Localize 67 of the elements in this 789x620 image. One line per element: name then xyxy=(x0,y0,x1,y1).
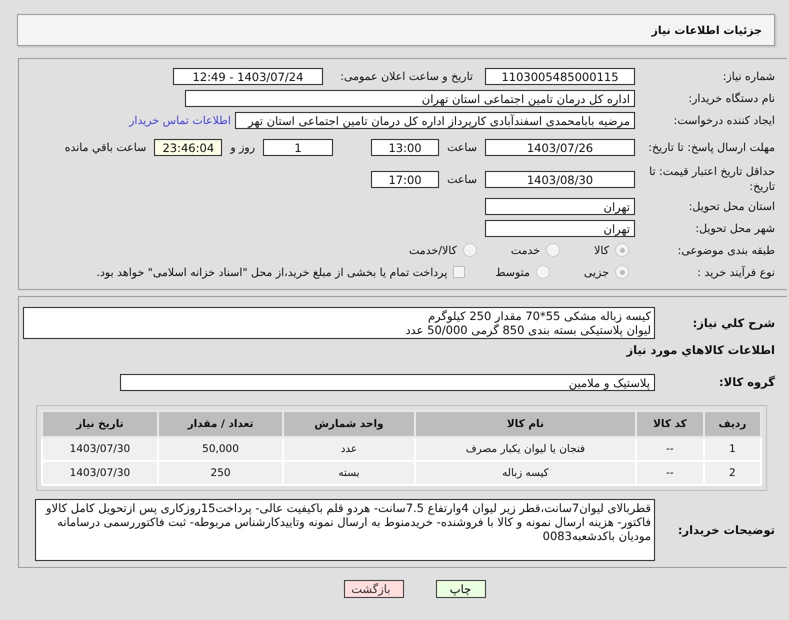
option-label: کالا xyxy=(594,244,609,256)
announce-date-field: 1403/07/24 - 12:49 xyxy=(173,68,323,84)
field-label: گروه کالا: xyxy=(718,375,775,389)
field-label: ایجاد کننده درخواست: xyxy=(672,114,775,126)
table-cell: 2 xyxy=(704,461,761,485)
field-label: ساعت باقي مانده xyxy=(64,140,146,154)
field-label: ساعت xyxy=(447,172,477,186)
checkbox[interactable] xyxy=(453,266,466,278)
table-cell: 250 xyxy=(158,461,284,485)
field-label: استان محل تحویل: xyxy=(688,200,775,212)
radio-button[interactable] xyxy=(615,265,629,279)
table-cell: -- xyxy=(636,437,704,461)
option-label: متوسط xyxy=(495,266,530,278)
validity-time-field: 17:00 xyxy=(371,170,440,188)
province-field: تهران xyxy=(485,198,635,214)
table-cell: فنجان یا لیوان یکبار مصرف xyxy=(414,437,636,461)
field-label: شهر محل تحویل: xyxy=(694,222,775,234)
radio-button[interactable] xyxy=(536,265,550,279)
table-cell: 1403/07/30 xyxy=(42,461,158,485)
buyer-contact-link[interactable]: اطلاعات تماس خریدار xyxy=(129,114,231,126)
column-header: ردیف xyxy=(704,411,761,437)
field-label: ساعت xyxy=(447,140,477,154)
deadline-date-field: 1403/07/26 xyxy=(485,138,635,156)
option-label: کالا/خدمت xyxy=(409,244,457,256)
table-cell: 50,000 xyxy=(158,437,284,461)
remaining-time-field: 23:46:04 xyxy=(154,138,222,156)
column-header: تعداد / مقدار xyxy=(158,411,284,437)
print-button[interactable]: چاپ xyxy=(436,580,486,598)
goods-group-field: پلاستیک و ملامین xyxy=(120,374,655,390)
field-label: طبقه بندی موضوعی: xyxy=(676,244,775,256)
table-cell: 1 xyxy=(704,437,761,461)
option-label: خدمت xyxy=(510,244,540,256)
table-cell: -- xyxy=(636,461,704,485)
option-label: جزیی xyxy=(584,266,609,278)
field-label: حداقل تاریخ اعتبار قیمت: تا تاریخ: xyxy=(648,164,775,194)
field-label: توضیحات خریدار: xyxy=(676,523,775,537)
buyer-notes-textarea[interactable]: قطربالای لیوان7سانت،قطر زیر لیوان 4وارتفاع 7.5سانت- هردو قلم باکیفیت عالی- پرداخت15روزکاری پس ازتحویل کامل کالاو فاکتور- هزینه ارسال نمونه و کالا با فروشنده- خریدمنوط به ارسال نمونه وتاییدکارشناس مربوطه- ثبت فاکتوررسمی درسامانه مودیان باکدشعبه0083 xyxy=(35,499,655,561)
column-header: نام کالا xyxy=(414,411,636,437)
field-label: مهلت ارسال پاسخ: تا تاریخ: xyxy=(647,140,775,154)
checkbox-label: پرداخت تمام یا بخشی از مبلغ خرید،از محل "اسناد خزانه اسلامی" خواهد بود. xyxy=(96,266,448,278)
days-field: 1 xyxy=(263,138,334,156)
table-cell: 1403/07/30 xyxy=(42,437,158,461)
column-header: کد کالا xyxy=(636,411,704,437)
creator-field: مرضیه بابامحمدی اسفندآبادی کارپرداز اداره کل درمان تامین اجتماعی استان تهر xyxy=(235,112,635,128)
page-title: جزئیات اطلاعات نیاز xyxy=(652,24,762,36)
column-header: تاریخ نیاز xyxy=(42,411,158,437)
field-label: تاریخ و ساعت اعلان عمومی: xyxy=(339,70,474,82)
need-number-field: 1103005485000115 xyxy=(485,68,635,84)
buyer-org-field: اداره کل درمان تامین اجتماعی استان تهران xyxy=(185,90,635,106)
column-header: واحد شمارش xyxy=(283,411,415,437)
radio-button[interactable] xyxy=(462,243,477,257)
table-cell: کیسه زباله xyxy=(414,461,636,485)
field-label: روز و xyxy=(230,140,256,154)
table-cell: بسته xyxy=(283,461,415,485)
field-label: نام دستگاه خریدار: xyxy=(687,92,775,104)
field-label: نوع فرآیند خرید : xyxy=(696,266,775,278)
validity-date-field: 1403/08/30 xyxy=(485,170,635,188)
table-cell: عدد xyxy=(283,437,415,461)
section-heading: اطلاعات کالاهاي مورد نیاز xyxy=(626,342,775,359)
back-button[interactable]: بازگشت xyxy=(344,580,404,598)
city-field: تهران xyxy=(485,220,635,236)
field-label: شرح کلي نیاز: xyxy=(692,316,775,330)
deadline-time-field: 13:00 xyxy=(371,138,440,156)
radio-button[interactable] xyxy=(546,243,560,257)
radio-button[interactable] xyxy=(615,243,629,257)
field-label: شماره نیاز: xyxy=(722,70,775,82)
description-textarea[interactable]: کیسه زباله مشکی 55*70 مقدار 250 کیلوگرم لیوان پلاستیکی بسته بندی 850 گرمی 50/000 عدد xyxy=(23,307,655,339)
